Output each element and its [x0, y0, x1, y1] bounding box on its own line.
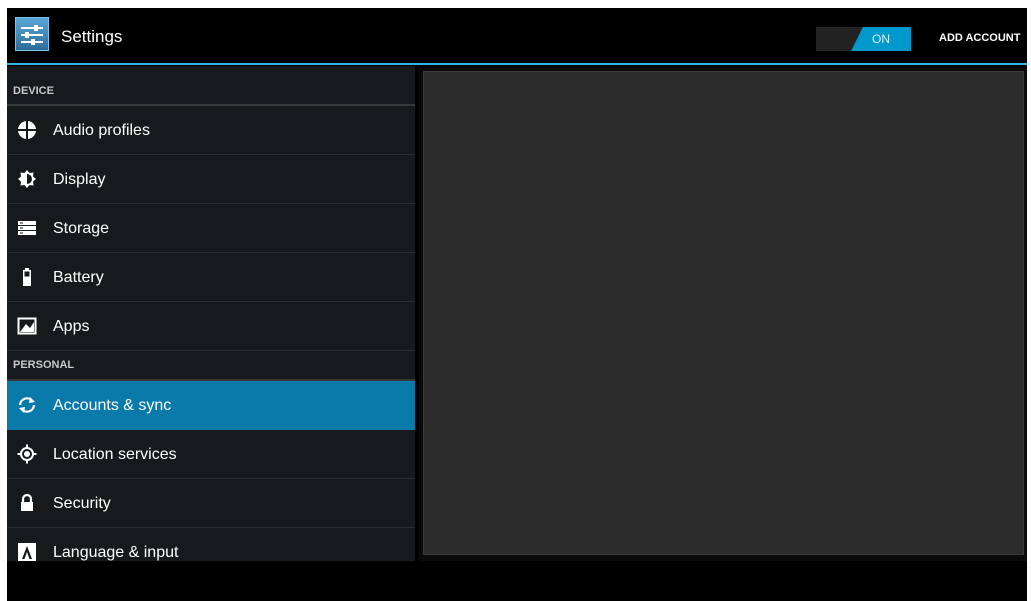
location-icon: [17, 444, 37, 464]
action-bar-divider: [7, 63, 1027, 65]
section-header-personal: PERSONAL: [7, 351, 415, 381]
sidebar-item-label: Storage: [53, 220, 110, 237]
sidebar-item-label: Location services: [53, 446, 177, 463]
account-sync-toggle[interactable]: ON: [816, 27, 911, 51]
sidebar-item-location-services[interactable]: Location services: [7, 430, 415, 479]
audio-profiles-icon: [17, 120, 37, 140]
sidebar-item-label: Language & input: [53, 544, 179, 561]
language-icon: [17, 542, 37, 561]
settings-sliders-icon[interactable]: [15, 17, 49, 51]
sidebar-item-label: Apps: [53, 318, 90, 335]
sidebar-item-label: Display: [53, 171, 106, 188]
sidebar-item-accounts-sync[interactable]: Accounts & sync: [7, 381, 415, 430]
sidebar-item-label: Security: [53, 495, 111, 512]
page-title: Settings: [61, 27, 123, 46]
system-navigation-bar: [7, 561, 1027, 601]
battery-icon: [17, 267, 37, 287]
toggle-on-label: ON: [851, 27, 911, 51]
storage-icon: [17, 218, 37, 238]
accounts-sync-panel: [423, 71, 1024, 555]
sidebar-item-label: Audio profiles: [53, 122, 150, 139]
sidebar-item-security[interactable]: Security: [7, 479, 415, 528]
display-brightness-icon: [17, 169, 37, 189]
sidebar-item-label: Battery: [53, 269, 104, 286]
sidebar-item-apps[interactable]: Apps: [7, 302, 415, 351]
sidebar-item-audio-profiles[interactable]: Audio profiles: [7, 106, 415, 155]
section-header-label: DEVICE: [13, 85, 54, 97]
settings-sidebar[interactable]: DEVICE Audio profiles Display Storage Ba…: [7, 66, 415, 561]
sidebar-item-display[interactable]: Display: [7, 155, 415, 204]
section-header-label: PERSONAL: [13, 359, 75, 371]
section-header-device: DEVICE: [7, 66, 415, 106]
tablet-screen: Settings ON ADD ACCOUNT DEVICE Audio pro…: [7, 8, 1027, 601]
sidebar-item-battery[interactable]: Battery: [7, 253, 415, 302]
action-bar: Settings ON ADD ACCOUNT: [7, 8, 1027, 65]
sidebar-item-storage[interactable]: Storage: [7, 204, 415, 253]
add-account-button[interactable]: ADD ACCOUNT: [939, 32, 1020, 44]
lock-icon: [17, 493, 37, 513]
sidebar-item-label: Accounts & sync: [53, 397, 172, 414]
apps-icon: [17, 316, 37, 336]
sidebar-item-language-input[interactable]: Language & input: [7, 528, 415, 561]
sync-icon: [17, 395, 37, 415]
